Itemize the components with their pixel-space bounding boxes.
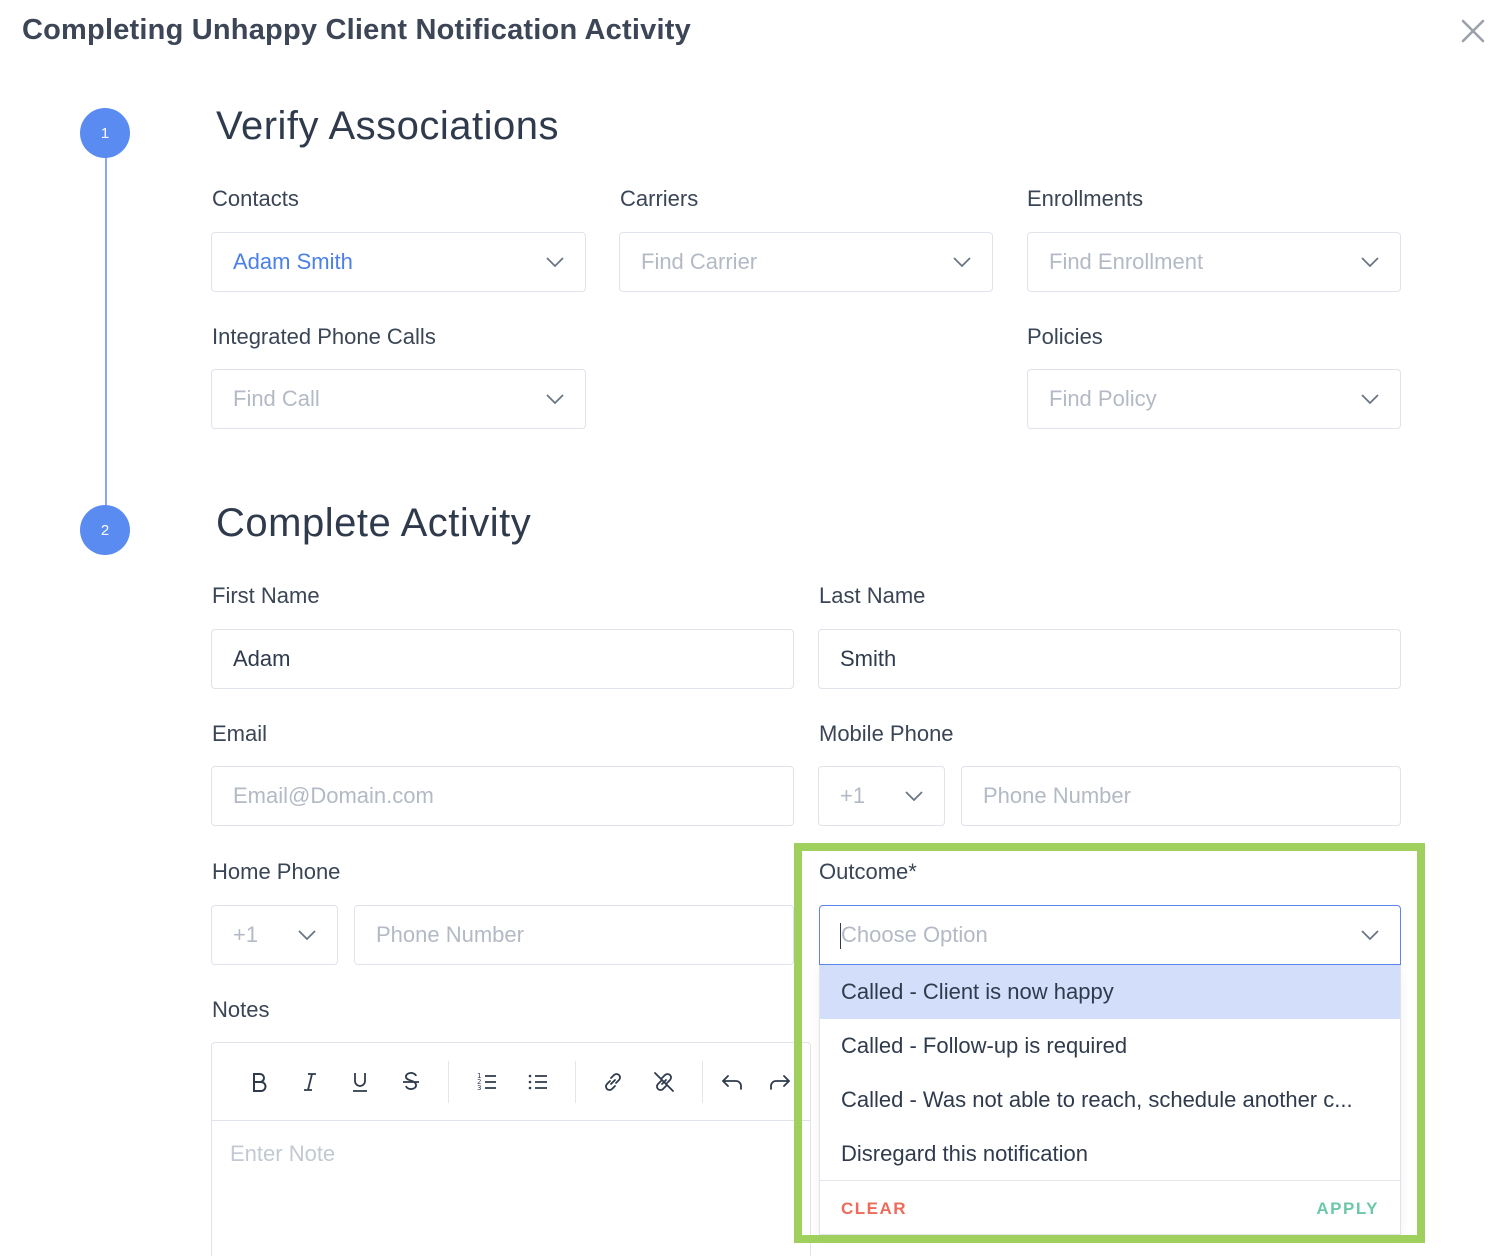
phone-calls-placeholder: Find Call: [233, 386, 320, 411]
italic-icon[interactable]: [295, 1067, 325, 1097]
chevron-down-icon: [902, 784, 926, 808]
outcome-option[interactable]: Called - Follow-up is required: [820, 1019, 1400, 1073]
contacts-select[interactable]: Adam Smith: [211, 232, 586, 292]
carriers-label: Carriers: [620, 186, 699, 211]
outcome-option[interactable]: Disregard this notification: [820, 1127, 1400, 1181]
unlink-icon[interactable]: [649, 1067, 679, 1097]
dropdown-footer: CLEAR APPLY: [820, 1180, 1400, 1235]
outcome-label: Outcome*: [819, 859, 917, 884]
apply-button[interactable]: APPLY: [1316, 1199, 1379, 1219]
section-title-complete: Complete Activity: [216, 501, 532, 545]
mobile-phone-input[interactable]: Phone Number: [961, 766, 1401, 826]
mobile-country-code: +1: [840, 783, 866, 808]
outcome-option[interactable]: Called - Was not able to reach, schedule…: [820, 1073, 1400, 1127]
mobile-phone-label: Mobile Phone: [819, 721, 954, 746]
outcome-placeholder: Choose Option: [841, 922, 988, 947]
ordered-list-icon[interactable]: 123: [472, 1067, 502, 1097]
first-name-input[interactable]: Adam: [211, 629, 794, 689]
outcome-option-label: Disregard this notification: [841, 1141, 1089, 1166]
editor-toolbar: 123: [212, 1043, 810, 1121]
carriers-placeholder: Find Carrier: [641, 249, 758, 274]
bullet-list-icon[interactable]: [523, 1067, 553, 1097]
last-name-value: Smith: [840, 646, 897, 671]
outcome-select[interactable]: Choose Option: [819, 905, 1401, 965]
link-icon[interactable]: [598, 1067, 628, 1097]
policies-select[interactable]: Find Policy: [1027, 369, 1401, 429]
close-button[interactable]: [1456, 14, 1490, 48]
outcome-option-label: Called - Was not able to reach, schedule…: [841, 1087, 1353, 1112]
chevron-down-icon: [295, 923, 319, 947]
home-phone-input[interactable]: Phone Number: [354, 905, 794, 965]
outcome-option-label: Called - Client is now happy: [841, 979, 1114, 1004]
redo-icon[interactable]: [765, 1067, 795, 1097]
phone-calls-select[interactable]: Find Call: [211, 369, 586, 429]
contacts-value: Adam Smith: [233, 249, 353, 274]
underline-icon[interactable]: [345, 1067, 375, 1097]
step-1-indicator: 1: [80, 108, 130, 158]
home-phone-placeholder: Phone Number: [376, 922, 524, 947]
notes-placeholder: Enter Note: [230, 1141, 336, 1166]
email-label: Email: [212, 721, 268, 746]
notes-editor[interactable]: 123 Enter Note: [211, 1042, 811, 1256]
undo-icon[interactable]: [717, 1067, 747, 1097]
chevron-down-icon: [1358, 250, 1382, 274]
step-2-indicator: 2: [80, 505, 130, 555]
policies-label: Policies: [1027, 324, 1103, 349]
chevron-down-icon: [1358, 387, 1382, 411]
text-cursor: [840, 923, 841, 949]
outcome-option[interactable]: Called - Client is now happy: [820, 965, 1400, 1019]
mobile-country-code-select[interactable]: +1: [818, 766, 945, 826]
home-country-code-select[interactable]: +1: [211, 905, 338, 965]
section-title-verify: Verify Associations: [216, 104, 559, 148]
first-name-label: First Name: [212, 583, 320, 608]
close-icon[interactable]: [1456, 14, 1490, 48]
svg-text:3: 3: [477, 1084, 481, 1092]
bold-icon[interactable]: [244, 1067, 274, 1097]
policies-placeholder: Find Policy: [1049, 386, 1157, 411]
enrollments-label: Enrollments: [1027, 186, 1144, 211]
email-placeholder: Email@Domain.com: [233, 783, 434, 808]
notes-label: Notes: [212, 997, 270, 1022]
chevron-down-icon: [1358, 923, 1382, 947]
last-name-label: Last Name: [819, 583, 926, 608]
contacts-label: Contacts: [212, 186, 299, 211]
chevron-down-icon: [950, 250, 974, 274]
chevron-down-icon: [543, 250, 567, 274]
mobile-phone-placeholder: Phone Number: [983, 783, 1131, 808]
phone-calls-label: Integrated Phone Calls: [212, 324, 436, 349]
carriers-select[interactable]: Find Carrier: [619, 232, 993, 292]
enrollments-select[interactable]: Find Enrollment: [1027, 232, 1401, 292]
chevron-down-icon: [543, 387, 567, 411]
outcome-option-label: Called - Follow-up is required: [841, 1033, 1128, 1058]
email-input[interactable]: Email@Domain.com: [211, 766, 794, 826]
last-name-input[interactable]: Smith: [818, 629, 1401, 689]
outcome-dropdown: Called - Client is now happy Called - Fo…: [819, 965, 1401, 1235]
first-name-value: Adam: [233, 646, 291, 671]
strikethrough-icon[interactable]: [396, 1067, 426, 1097]
modal-title: Completing Unhappy Client Notification A…: [22, 14, 691, 46]
home-phone-label: Home Phone: [212, 859, 341, 884]
home-country-code: +1: [233, 922, 259, 947]
enrollments-placeholder: Find Enrollment: [1049, 249, 1204, 274]
clear-button[interactable]: CLEAR: [841, 1199, 907, 1219]
stepper-line: [104, 150, 107, 522]
